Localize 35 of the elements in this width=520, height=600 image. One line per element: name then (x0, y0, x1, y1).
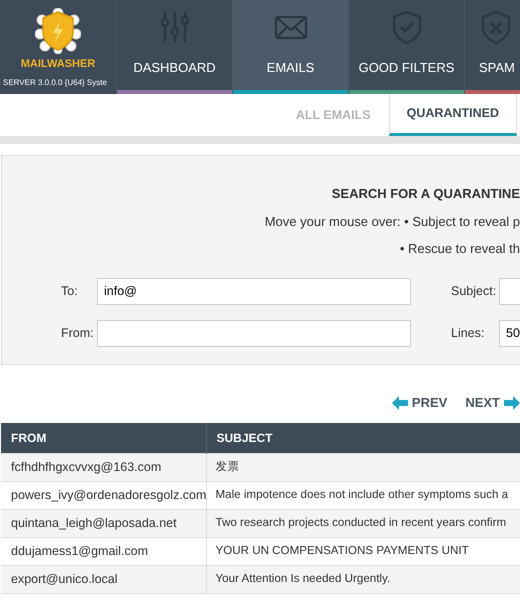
sub-tab[interactable]: QUARANTINED (388, 94, 517, 136)
hint-text: • Subject to reveal p (404, 212, 520, 231)
field-label: From: (61, 324, 95, 342)
table-cell: fcfhdhfhgxcvvxg@163.com (1, 453, 206, 481)
hint-text: • Rescue to reveal th (400, 240, 520, 258)
nav-tab[interactable]: GOOD FILTERS (348, 0, 464, 94)
table-cell: powers_ivy@ordenadoresgolz.com (1, 481, 206, 509)
column-header: FROM (1, 423, 206, 453)
right-arrow-icon (504, 396, 520, 410)
table-cell: quintana_leigh@laposada.net (1, 509, 206, 537)
hint-lead: Move your mouse over: (264, 212, 402, 231)
search-title: SEARCH FOR A QUARANTINE (330, 185, 520, 203)
next-button[interactable]: NEXT (465, 383, 520, 423)
prev-button[interactable]: PREV (392, 383, 448, 423)
nav-tab[interactable]: DASHBOARD (116, 0, 232, 94)
shield-x-icon (479, 10, 513, 44)
table-cell: Your Attention Is needed Urgently. (206, 565, 520, 593)
table-cell: Two research projects conducted in recent years confirm (206, 509, 520, 537)
field-label: Subject: (450, 282, 498, 300)
table-cell: export@unico.local (1, 565, 206, 593)
brand-name: MAILWASHER (20, 57, 96, 72)
field-label: To: (61, 282, 79, 300)
input-field[interactable] (97, 320, 411, 346)
input-field[interactable]: info@ (97, 278, 411, 304)
input-field[interactable]: 50 (499, 320, 520, 346)
column-header: SUBJECT (206, 423, 520, 453)
server-version: SERVER 3.0.0.0 {U64} Syste (2, 76, 107, 88)
table-cell: 发票 (206, 453, 520, 481)
input-field[interactable] (499, 278, 520, 304)
table-cell: ddujamess1@gmail.com (1, 537, 206, 565)
shield-logo-icon (35, 8, 81, 54)
left-arrow-icon (392, 396, 408, 410)
field-label: Lines: (450, 324, 486, 342)
nav-tab[interactable]: SPAM (464, 0, 520, 94)
nav-tab[interactable]: EMAILS (232, 0, 348, 94)
